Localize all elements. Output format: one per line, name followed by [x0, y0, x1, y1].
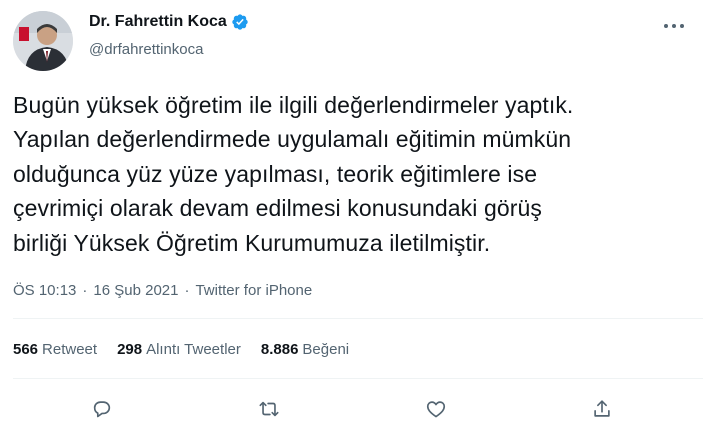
retweets-count: 566	[13, 341, 39, 358]
divider	[13, 378, 703, 379]
retweets-stat[interactable]: 566 Retweet	[13, 341, 97, 358]
quotes-count: 298	[117, 341, 143, 358]
tweet-meta: ÖS 10:13 · 16 Şub 2021 · Twitter for iPh…	[13, 282, 312, 299]
retweet-icon[interactable]	[252, 392, 286, 426]
retweets-label: Retweet	[42, 341, 98, 358]
more-options-icon[interactable]	[657, 16, 691, 36]
likes-stat[interactable]: 8.886 Beğeni	[261, 341, 349, 358]
tweet-actions	[0, 392, 703, 426]
tweet-date[interactable]: 16 Şub 2021	[93, 282, 178, 299]
author-handle[interactable]: @drfahrettinkoca	[89, 41, 203, 58]
reply-icon[interactable]	[85, 392, 119, 426]
divider	[13, 318, 703, 319]
likes-count: 8.886	[260, 341, 299, 358]
tweet-time[interactable]: ÖS 10:13	[13, 282, 76, 299]
tweet-card: Dr. Fahrettin Koca @drfahrettinkoca Bugü…	[0, 0, 703, 434]
quotes-stat[interactable]: 298 Alıntı Tweetler	[117, 341, 241, 358]
avatar[interactable]	[13, 11, 73, 71]
author-name-row: Dr. Fahrettin Koca	[89, 13, 249, 31]
tweet-stats: 566 Retweet 298 Alıntı Tweetler 8.886 Be…	[13, 341, 369, 358]
meta-separator: ·	[82, 282, 88, 299]
likes-label: Beğeni	[302, 341, 350, 358]
quotes-label: Alıntı Tweetler	[146, 341, 241, 358]
author-display-name[interactable]: Dr. Fahrettin Koca	[89, 13, 227, 31]
tweet-source[interactable]: Twitter for iPhone	[195, 282, 312, 299]
like-icon[interactable]	[419, 392, 453, 426]
share-icon[interactable]	[585, 392, 619, 426]
verified-badge-icon	[231, 13, 249, 31]
profile-photo-icon	[13, 11, 73, 71]
meta-separator: ·	[184, 282, 190, 299]
tweet-text: Bugün yüksek öğretim ile ilgili değerlen…	[13, 92, 574, 256]
